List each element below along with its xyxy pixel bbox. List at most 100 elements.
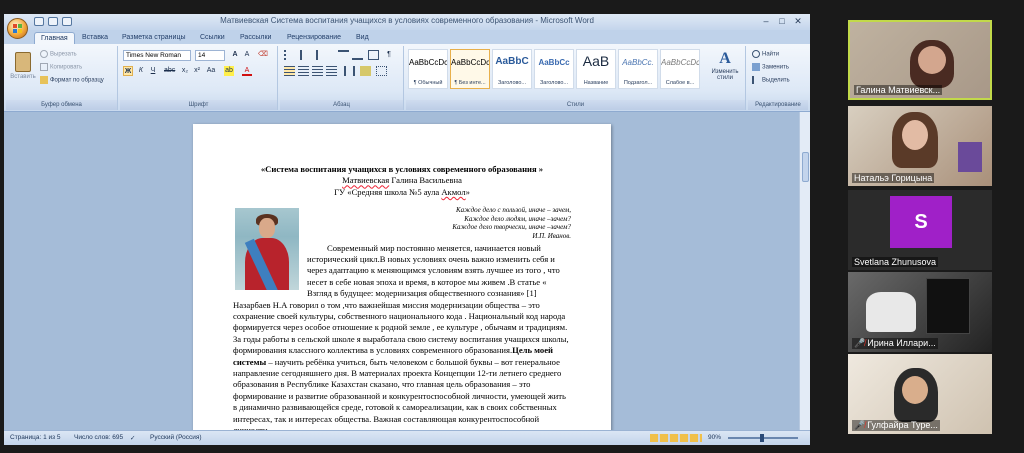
view-buttons[interactable]: [650, 434, 702, 442]
document-page[interactable]: «Система воспитания учащихся в условиях …: [193, 124, 611, 430]
author-surname: Матвиевская: [342, 175, 390, 186]
participant-tile-1[interactable]: Галина Матвиевск...: [848, 20, 992, 100]
replace-button[interactable]: Заменить: [752, 63, 789, 71]
brush-icon: [40, 76, 48, 84]
font-color-button[interactable]: A: [242, 66, 252, 76]
align-right-button[interactable]: [312, 66, 323, 76]
shading-button[interactable]: [360, 66, 371, 76]
bold-button[interactable]: Ж: [123, 66, 133, 76]
style-name: ¶ Без инте...: [454, 80, 486, 86]
participant-tile-5[interactable]: 🎤̸ Гулфайра Туре...: [848, 354, 992, 434]
style-heading-2[interactable]: AaBbCc Заголово...: [534, 49, 574, 89]
font-size-combo[interactable]: 14: [195, 50, 225, 61]
spellcheck-icon[interactable]: ✓: [130, 434, 135, 442]
change-case-button[interactable]: Aa: [206, 66, 216, 76]
participant-name: Svetlana Zhunusova: [852, 257, 939, 267]
style-preview: AaBbC: [495, 56, 529, 67]
document-author: Матвиевская Галина Васильевна: [233, 175, 571, 186]
school-prefix: ГУ «Средняя школа №5 аула: [334, 186, 442, 197]
strikethrough-button[interactable]: abc: [164, 66, 175, 76]
font-name-combo[interactable]: Times New Roman: [123, 50, 191, 61]
increase-indent-button[interactable]: [352, 50, 363, 60]
numbering-button[interactable]: [300, 50, 311, 60]
style-normal[interactable]: AaBbCcDc ¶ Обычный: [408, 49, 448, 89]
tab-references[interactable]: Ссылки: [200, 32, 225, 44]
participant-tile-4[interactable]: 🎤̸ Ирина Иллари...: [848, 272, 992, 352]
style-preview: AaBbCcDc: [409, 58, 447, 67]
replace-icon: [752, 63, 760, 71]
tab-home[interactable]: Главная: [34, 32, 75, 44]
tab-page-layout[interactable]: Разметка страницы: [122, 32, 186, 44]
maximize-button[interactable]: □: [776, 16, 788, 27]
style-no-spacing[interactable]: AaBbCcDc ¶ Без инте...: [450, 49, 490, 89]
style-preview: AaB: [582, 53, 610, 69]
replace-label: Заменить: [762, 64, 789, 71]
style-preview: AaBbCcDc: [661, 58, 699, 67]
subscript-button[interactable]: x₂: [180, 66, 190, 76]
style-name: Заголово...: [497, 80, 527, 86]
cut-label: Вырезать: [50, 51, 77, 58]
tab-mailings[interactable]: Рассылки: [240, 32, 271, 44]
align-center-button[interactable]: [298, 66, 309, 76]
grow-font-button[interactable]: A: [230, 50, 240, 60]
cut-button[interactable]: Вырезать: [40, 50, 77, 58]
page-count[interactable]: Страница: 1 из 5: [10, 434, 61, 441]
style-subtle-emphasis[interactable]: AaBbCcDc Слабое в...: [660, 49, 700, 89]
line-spacing-button[interactable]: [344, 66, 355, 76]
pilcrow-button[interactable]: ¶: [384, 50, 394, 60]
participant-face: [918, 46, 946, 74]
document-text[interactable]: «Система воспитания учащихся в условиях …: [233, 164, 571, 430]
shrink-font-button[interactable]: A: [242, 50, 252, 60]
style-heading-1[interactable]: AaBbC Заголово...: [492, 49, 532, 89]
zoom-slider-thumb[interactable]: [760, 434, 764, 442]
participant-video: [866, 292, 916, 332]
tab-review[interactable]: Рецензирование: [287, 32, 341, 44]
participant-name-row: 🎤̸ Ирина Иллари...: [852, 338, 938, 349]
zoom-level[interactable]: 90%: [708, 434, 721, 441]
close-button[interactable]: ✕: [792, 16, 804, 27]
participant-face: [902, 120, 928, 150]
clipboard-icon: [15, 52, 31, 72]
language-status[interactable]: Русский (Россия): [150, 434, 202, 441]
borders-button[interactable]: [376, 66, 387, 76]
underline-button[interactable]: Ч: [148, 66, 158, 76]
status-bar: Страница: 1 из 5 Число слов: 695 ✓ Русск…: [4, 430, 810, 445]
vertical-scrollbar[interactable]: [799, 112, 810, 430]
format-painter-button[interactable]: Формат по образцу: [40, 76, 104, 84]
office-button[interactable]: [7, 18, 28, 39]
justify-button[interactable]: [326, 66, 337, 76]
participant-tile-2[interactable]: Натальэ Горицына: [848, 106, 992, 186]
multilevel-list-button[interactable]: [316, 50, 327, 60]
document-area[interactable]: «Система воспитания учащихся в условиях …: [4, 112, 799, 430]
change-styles-button[interactable]: A Изменить стили: [706, 49, 744, 93]
styles-caption: Стили: [406, 100, 745, 110]
tab-insert[interactable]: Вставка: [82, 32, 108, 44]
editing-group: Найти Заменить Выделить Редактирование: [748, 46, 808, 110]
participant-face: [902, 376, 928, 404]
select-button[interactable]: Выделить: [752, 76, 790, 84]
word-count[interactable]: Число слов: 695: [74, 434, 123, 441]
align-left-button[interactable]: [284, 66, 295, 76]
participant-avatar: S: [890, 196, 952, 248]
style-name: Заголово...: [539, 80, 569, 86]
find-button[interactable]: Найти: [752, 50, 779, 58]
decrease-indent-button[interactable]: [338, 50, 349, 60]
sort-button[interactable]: [368, 50, 379, 60]
author-photo: [235, 208, 299, 291]
italic-button[interactable]: К: [136, 66, 146, 76]
scroll-thumb[interactable]: [802, 152, 809, 182]
clear-format-button[interactable]: ⌫: [258, 50, 268, 60]
paste-button[interactable]: Вставить: [10, 50, 36, 94]
tab-view[interactable]: Вид: [356, 32, 369, 44]
change-styles-label: Изменить стили: [711, 69, 739, 81]
highlight-button[interactable]: ab: [224, 66, 234, 76]
styles-group: AaBbCcDc ¶ Обычный AaBbCcDc ¶ Без инте... …: [406, 46, 746, 110]
bullets-button[interactable]: [284, 50, 295, 60]
superscript-button[interactable]: x²: [192, 66, 202, 76]
style-subtitle[interactable]: AaBbCc. Подзагол...: [618, 49, 658, 89]
monitor-icon: [926, 278, 970, 334]
style-title[interactable]: AaB Название: [576, 49, 616, 89]
participant-tile-3[interactable]: S Svetlana Zhunusova: [848, 190, 992, 270]
minimize-button[interactable]: –: [760, 16, 772, 27]
copy-button[interactable]: Копировать: [40, 63, 82, 71]
